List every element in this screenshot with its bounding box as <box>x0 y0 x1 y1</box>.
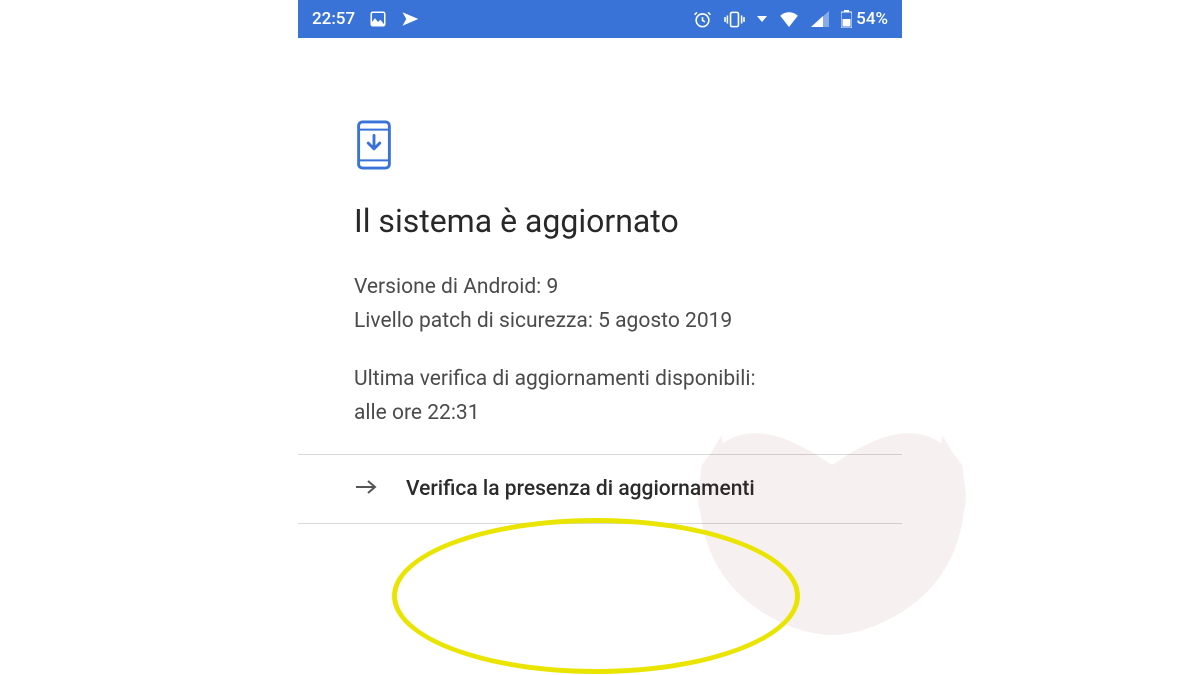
alarm-icon <box>693 10 712 29</box>
page-title: Il sistema è aggiornato <box>354 202 846 240</box>
vibrate-icon <box>724 10 745 29</box>
arrow-right-icon <box>354 479 380 499</box>
wifi-icon <box>779 11 799 27</box>
image-icon <box>369 10 387 28</box>
battery-icon <box>841 10 852 28</box>
security-patch-line: Livello patch di sicurezza: 5 agosto 201… <box>354 304 846 338</box>
android-version-line: Versione di Android: 9 <box>354 270 846 304</box>
battery-percent: 54% <box>856 9 888 29</box>
watermark <box>672 425 992 675</box>
status-bar: 22:57 <box>298 0 902 38</box>
status-time: 22:57 <box>312 9 355 29</box>
dropdown-icon <box>757 14 767 24</box>
signal-icon <box>811 11 829 27</box>
last-check-line-1: Ultima verifica di aggiornamenti disponi… <box>354 362 846 396</box>
phone-download-icon <box>354 120 846 174</box>
send-icon <box>401 10 419 28</box>
